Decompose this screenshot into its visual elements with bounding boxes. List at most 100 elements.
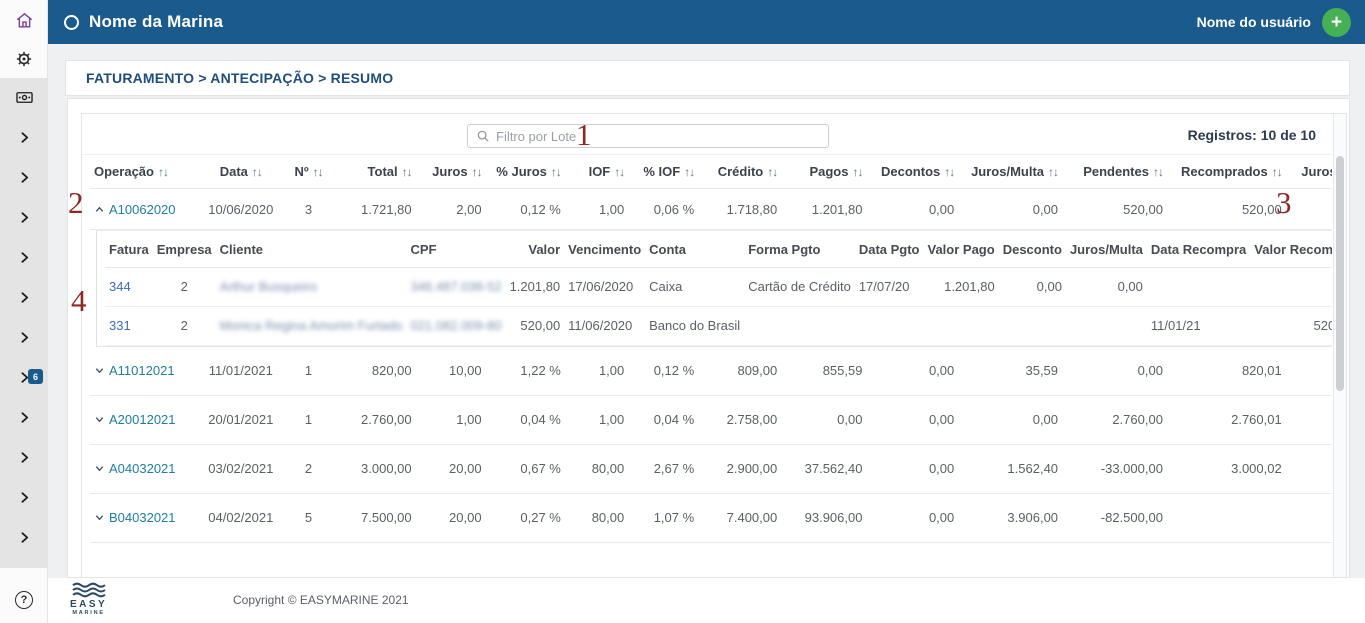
- cell-total: 2.760,00: [330, 395, 416, 445]
- operation-code[interactable]: A11012021: [109, 363, 175, 378]
- sidebar-item-menu-4[interactable]: [0, 240, 48, 274]
- sidebar-item-menu-1[interactable]: [0, 120, 48, 154]
- sidebar-item-menu-11[interactable]: [0, 520, 48, 554]
- invoice-cell-desconto: 0,00: [998, 267, 1066, 307]
- filter-field[interactable]: [467, 124, 829, 148]
- sort-icon[interactable]: ↑↓: [852, 165, 863, 179]
- column-label: Juros/Multa: [971, 164, 1045, 179]
- expand-icon[interactable]: [94, 463, 105, 474]
- sort-icon[interactable]: ↑↓: [767, 165, 778, 179]
- sidebar-item-menu-2[interactable]: [0, 160, 48, 194]
- sidebar-item-gear[interactable]: [0, 42, 48, 76]
- sort-icon[interactable]: ↑↓: [1272, 165, 1283, 179]
- operation-toggle-cell[interactable]: A20012021: [90, 395, 195, 445]
- column-header-juros_multa[interactable]: Juros/Multa ↑↓: [958, 155, 1063, 189]
- invoice-cell-fatura[interactable]: 344: [105, 267, 153, 307]
- sort-icon[interactable]: ↑↓: [614, 165, 625, 179]
- cell-iof: 80,00: [564, 493, 629, 543]
- column-header-pagos[interactable]: Pagos ↑↓: [781, 155, 867, 189]
- column-header-pendentes[interactable]: Pendentes ↑↓: [1062, 155, 1167, 189]
- column-header-recomprados[interactable]: Recomprados ↑↓: [1166, 155, 1286, 189]
- sidebar-item-money[interactable]: [0, 80, 48, 114]
- expand-icon[interactable]: [94, 365, 105, 376]
- help-button[interactable]: ?: [0, 583, 48, 617]
- column-header-p_iof[interactable]: % IOF ↑↓: [628, 155, 699, 189]
- column-header-decontos[interactable]: Decontos ↑↓: [866, 155, 959, 189]
- cell-juros_multa: 3.906,00: [958, 493, 1063, 543]
- column-label: Crédito: [717, 164, 764, 179]
- cell-credito: 809,00: [698, 346, 782, 396]
- column-header-data[interactable]: Data ↑↓: [194, 155, 287, 189]
- column-header-iof[interactable]: IOF ↑↓: [564, 155, 629, 189]
- column-header-credito[interactable]: Crédito ↑↓: [698, 155, 782, 189]
- sort-icon[interactable]: ↑↓: [402, 165, 413, 179]
- operation-code[interactable]: A10062020: [109, 202, 176, 217]
- cell-credito: 1.718,80: [698, 188, 782, 230]
- sort-icon[interactable]: ↑↓: [158, 165, 169, 179]
- sidebar-item-menu-6[interactable]: [0, 320, 48, 354]
- operation-code[interactable]: A04032021: [109, 461, 176, 476]
- scrollbar-thumb[interactable]: [1336, 156, 1344, 391]
- column-header-p_juros[interactable]: % Juros ↑↓: [485, 155, 565, 189]
- expand-icon[interactable]: [94, 512, 105, 523]
- chevron-right-icon: [20, 531, 28, 543]
- cell-juros: 10,00: [415, 346, 486, 396]
- invoice-cell-fatura[interactable]: 331: [105, 306, 153, 346]
- sort-icon[interactable]: ↑↓: [551, 165, 562, 179]
- operation-code[interactable]: A20012021: [109, 412, 176, 427]
- sort-icon[interactable]: ↑↓: [944, 165, 955, 179]
- sort-icon[interactable]: ↑↓: [313, 165, 324, 179]
- sidebar-item-menu-10[interactable]: [0, 480, 48, 514]
- easymarine-logo: EASY MARINE: [70, 582, 107, 616]
- cell-data: 10/06/2020: [194, 188, 287, 230]
- invoice-cell-valor: 520,00: [505, 306, 565, 346]
- invoice-cell-juros_multa: [1065, 306, 1147, 346]
- column-header-total[interactable]: Total ↑↓: [330, 155, 416, 189]
- user-name[interactable]: Nome do usuário: [1197, 14, 1311, 30]
- collapse-icon[interactable]: [94, 204, 105, 215]
- sort-icon[interactable]: ↑↓: [684, 165, 695, 179]
- operation-toggle-cell[interactable]: A11012021: [90, 346, 195, 396]
- sort-icon[interactable]: ↑↓: [252, 165, 263, 179]
- logo-text-easy: EASY: [70, 599, 108, 610]
- main-table-body: A10062020 10/06/2020 3 1.721,80 2,00 0,12 % 1,…: [90, 188, 1332, 543]
- column-header-operacao[interactable]: Operação ↑↓: [90, 155, 195, 189]
- filter-input[interactable]: [496, 128, 820, 144]
- cell-pagos: 37.562,40: [781, 444, 867, 494]
- expand-icon[interactable]: [94, 414, 105, 425]
- cell-decontos: 0,00: [866, 493, 959, 543]
- column-header-n[interactable]: Nº ↑↓: [286, 155, 331, 189]
- cell-credito: 2.758,00: [698, 395, 782, 445]
- cell-iof: 80,00: [564, 444, 629, 494]
- cell-juros_recompra: 4,00: [1285, 395, 1332, 445]
- column-header-juros[interactable]: Juros ↑↓: [415, 155, 486, 189]
- operation-toggle-cell[interactable]: A10062020: [90, 188, 195, 230]
- operation-code[interactable]: B04032021: [109, 510, 176, 525]
- cell-juros_recompra: 0,50: [1285, 188, 1332, 230]
- cell-pendentes: -82.500,00: [1062, 493, 1167, 543]
- column-header-juros_recompra[interactable]: Juros Recompra↑↓: [1285, 155, 1332, 189]
- sort-icon[interactable]: ↑↓: [1048, 165, 1059, 179]
- sidebar-item-menu-9[interactable]: [0, 440, 48, 474]
- sidebar-item-menu-5[interactable]: [0, 280, 48, 314]
- operation-toggle-cell[interactable]: B04032021: [90, 493, 195, 543]
- breadcrumb-text: FATURAMENTO > ANTECIPAÇÃO > RESUMO: [86, 70, 394, 86]
- operation-row-B04032021: B04032021 04/02/2021 5 7.500,00 20,00 0,27 % 8…: [90, 493, 1332, 543]
- invoice-cell-conta: Banco do Brasil: [645, 306, 745, 346]
- cell-p_iof: 1,07 %: [628, 493, 699, 543]
- invoice-link[interactable]: 344: [109, 279, 131, 294]
- column-label: Juros: [432, 164, 468, 179]
- sort-icon[interactable]: ↑↓: [1153, 165, 1164, 179]
- sidebar-item-home[interactable]: [0, 3, 48, 37]
- cell-n: 1: [286, 346, 331, 396]
- sort-icon[interactable]: ↑↓: [472, 165, 483, 179]
- invoice-link[interactable]: 331: [109, 318, 131, 333]
- user-avatar-button[interactable]: +: [1322, 7, 1351, 37]
- sidebar-item-menu-3[interactable]: [0, 200, 48, 234]
- cell-juros: 20,00: [415, 493, 486, 543]
- operation-toggle-cell[interactable]: A04032021: [90, 444, 195, 494]
- sidebar-item-menu-8[interactable]: [0, 400, 48, 434]
- vertical-scrollbar[interactable]: [1333, 114, 1346, 577]
- logo-text-marine: MARINE: [72, 610, 105, 616]
- sidebar-item-menu-7[interactable]: 6: [0, 360, 48, 394]
